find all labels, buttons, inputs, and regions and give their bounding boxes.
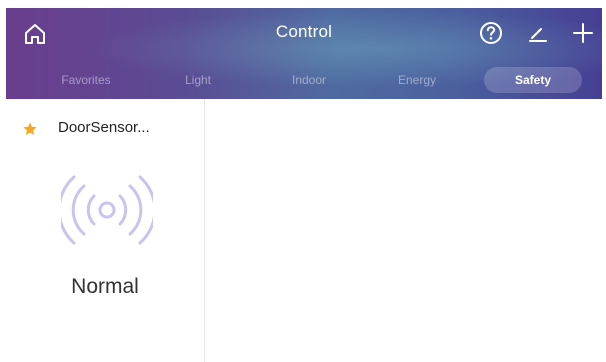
favorite-star-button[interactable]: [22, 121, 38, 137]
tab-favorites[interactable]: Favorites: [34, 67, 138, 93]
page-title: Control: [275, 22, 333, 41]
device-name: DoorSensor...: [58, 119, 150, 136]
header: Control Favorites Light Indoor Energy Sa…: [6, 8, 602, 99]
device-status: Normal: [71, 275, 139, 298]
star-icon: [23, 122, 37, 135]
control-app: Control Favorites Light Indoor Energy Sa…: [0, 0, 606, 362]
tab-light[interactable]: Light: [156, 67, 240, 93]
tab-energy[interactable]: Energy: [370, 67, 464, 93]
category-tabs: Favorites Light Indoor Energy Safety: [6, 60, 602, 99]
tab-safety[interactable]: Safety: [484, 67, 582, 93]
main-content-area: [205, 99, 602, 362]
signal-waves-icon: [57, 172, 157, 248]
device-card[interactable]: DoorSensor... Normal: [6, 99, 205, 362]
top-bar: Control: [6, 8, 602, 60]
add-button[interactable]: [570, 20, 596, 46]
plus-icon: [573, 23, 593, 43]
edit-icon: [529, 28, 547, 42]
edit-button[interactable]: [526, 21, 550, 45]
tab-indoor[interactable]: Indoor: [262, 67, 356, 93]
help-icon: [480, 22, 502, 44]
help-button[interactable]: [478, 20, 504, 46]
